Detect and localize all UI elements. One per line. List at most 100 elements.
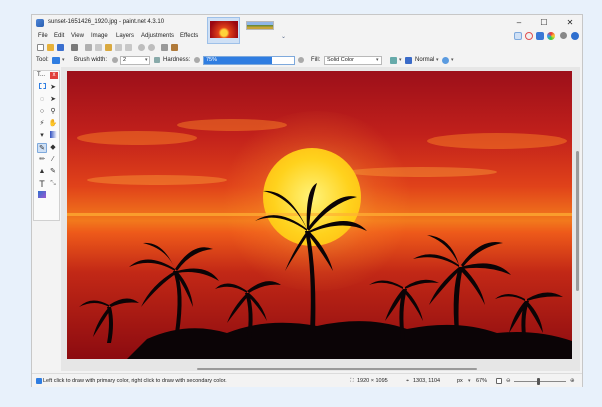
tools-panel: T... x ➤ ◌ ➤ ○ ⚲ ⚡ ✋ ▾ ✎ ◆ ✏ ⁄ ▲ ✎ T ⤡ [33, 70, 60, 221]
hardness-increase-icon[interactable] [298, 57, 304, 63]
selection-mode-icon[interactable] [442, 57, 449, 64]
tool-label: Tool: [36, 57, 49, 63]
vertical-scroll-thumb[interactable] [576, 151, 579, 291]
eraser-tool-icon[interactable]: ◆ [48, 143, 58, 153]
grid-icon[interactable] [161, 44, 168, 51]
ellipse-select-tool-icon[interactable]: ○ [37, 107, 47, 117]
menu-layers[interactable]: Layers [116, 33, 134, 39]
colors-icon[interactable] [547, 32, 555, 40]
menu-view[interactable]: View [71, 33, 84, 39]
line-curve-tool-icon[interactable]: ⤡ [48, 179, 58, 189]
title-bar: sunset-1651426_1920.jpg - paint.net 4.3.… [32, 15, 582, 32]
history-icon[interactable] [525, 32, 533, 40]
utility-icons [512, 32, 582, 42]
paint-bucket-tool-icon[interactable]: ▾ [37, 131, 47, 141]
redo-icon[interactable] [148, 44, 155, 51]
layers-icon[interactable] [536, 32, 544, 40]
maximize-button[interactable]: ☐ [535, 17, 553, 29]
zoom-slider-thumb[interactable] [537, 378, 540, 385]
paintbrush-tool-icon[interactable] [52, 57, 60, 64]
menu-adjustments[interactable]: Adjustments [141, 33, 174, 39]
help-icon[interactable] [571, 32, 579, 40]
zoom-tool-icon[interactable]: ⚲ [48, 107, 58, 117]
status-bar: Left click to draw with primary color, r… [32, 373, 582, 387]
tools-panel-close-button[interactable]: x [50, 72, 58, 79]
tools-panel-title: T... [37, 72, 46, 78]
menu-edit[interactable]: Edit [54, 33, 64, 39]
tool-dropdown-icon[interactable]: ▾ [62, 57, 65, 63]
status-hint: Left click to draw with primary color, r… [43, 378, 227, 384]
shapes-tool-icon[interactable] [37, 191, 47, 201]
crop-icon[interactable] [115, 44, 122, 51]
rectangle-select-tool-icon[interactable] [37, 83, 47, 93]
menu-effects[interactable]: Effects [180, 33, 198, 39]
blend-mode-icon[interactable] [405, 57, 412, 64]
close-button[interactable]: ✕ [561, 17, 579, 29]
lasso-select-tool-icon[interactable]: ◌ [37, 95, 47, 105]
move-selected-tool-icon[interactable]: ➤ [48, 95, 58, 105]
status-paintbrush-icon [36, 378, 42, 384]
image-tab-field[interactable] [243, 18, 276, 40]
cursor-position-icon: ⌖ [406, 378, 410, 384]
tabs-chevron-down-icon[interactable]: ⌄ [281, 33, 286, 40]
fill-label: Fill: [311, 57, 321, 63]
selection-mode-dropdown-icon[interactable]: ▾ [451, 57, 454, 63]
menu-image[interactable]: Image [91, 33, 108, 39]
pan-tool-icon[interactable]: ✋ [48, 119, 58, 129]
cut-icon[interactable] [85, 44, 92, 51]
move-selection-tool-icon[interactable]: ➤ [48, 83, 58, 93]
window-title: sunset-1651426_1920.jpg - paint.net 4.3.… [48, 19, 165, 25]
zoom-to-window-icon[interactable] [496, 378, 502, 384]
save-icon[interactable] [57, 44, 64, 51]
tools-window-icon[interactable] [514, 32, 522, 40]
paintnet-app-icon [36, 19, 44, 27]
horizontal-scrollbar[interactable] [67, 367, 572, 371]
horizontal-scroll-thumb[interactable] [197, 368, 477, 370]
sunset-thumbnail [210, 21, 238, 38]
minimize-button[interactable]: – [510, 17, 528, 29]
undo-icon[interactable] [138, 44, 145, 51]
menu-file[interactable]: File [38, 33, 48, 39]
deselect-icon[interactable] [125, 44, 132, 51]
magic-wand-tool-icon[interactable]: ⚡ [37, 119, 47, 129]
gradient-tool-icon[interactable] [48, 131, 58, 141]
fill-select[interactable]: Solid Color [324, 56, 382, 65]
blend-mode-value[interactable]: Normal [415, 57, 434, 63]
clone-stamp-tool-icon[interactable]: ▲ [37, 167, 47, 177]
new-file-icon[interactable] [37, 44, 44, 51]
vertical-scrollbar[interactable] [575, 71, 580, 371]
pencil-tool-icon[interactable]: ✏ [37, 155, 47, 165]
zoom-slider[interactable] [514, 381, 566, 382]
paintbrush-tool-icon-selected[interactable]: ✎ [37, 143, 47, 153]
antialias-dropdown-icon[interactable]: ▾ [399, 57, 402, 63]
units-select[interactable]: px [457, 378, 463, 384]
settings-gear-icon[interactable] [560, 32, 567, 39]
zoom-in-icon[interactable]: ⊕ [570, 378, 575, 384]
zoom-out-icon[interactable]: ⊖ [506, 378, 511, 384]
brush-width-decrease-icon[interactable] [112, 57, 118, 63]
hardness-slider[interactable]: 75% [203, 56, 295, 65]
image-size-icon: ⛶ [350, 378, 354, 384]
image-canvas[interactable] [67, 71, 572, 359]
paste-icon[interactable] [105, 44, 112, 51]
brush-width-dropdown-icon[interactable]: ▾ [145, 57, 148, 63]
image-tab-sunset[interactable] [207, 17, 240, 44]
tool-options-bar: Tool: ▾ Brush width: 2 ▾ Hardness: 75% F… [32, 54, 582, 66]
hardness-decrease-icon[interactable] [194, 57, 200, 63]
hardness-label: Hardness: [163, 57, 191, 63]
recolor-tool-icon[interactable]: ✎ [48, 167, 58, 177]
print-icon[interactable] [71, 44, 78, 51]
hardness-value: 75% [206, 57, 218, 63]
units-dropdown-icon[interactable]: ▾ [468, 378, 471, 384]
color-picker-tool-icon[interactable]: ⁄ [48, 155, 58, 165]
zoom-value[interactable]: 67% [476, 378, 487, 384]
blend-antialias-icon[interactable] [390, 57, 397, 64]
text-tool-icon[interactable]: T [37, 179, 47, 189]
open-folder-icon[interactable] [47, 44, 54, 51]
antialias-icon[interactable] [154, 57, 160, 63]
blend-mode-dropdown-icon[interactable]: ▾ [436, 57, 439, 63]
fill-dropdown-icon[interactable]: ▾ [376, 57, 379, 63]
ruler-icon[interactable] [171, 44, 178, 51]
copy-icon[interactable] [95, 44, 102, 51]
brush-width-label: Brush width: [74, 57, 108, 63]
